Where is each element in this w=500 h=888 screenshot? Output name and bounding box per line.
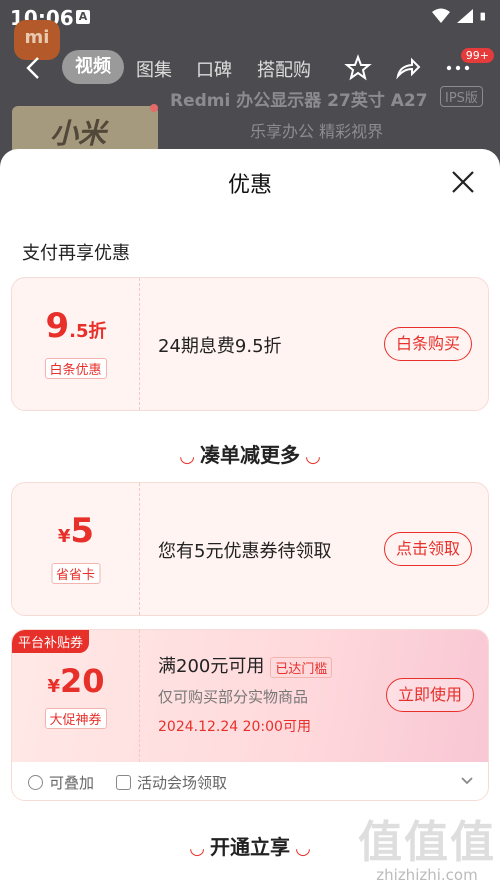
star-icon[interactable]	[344, 54, 372, 82]
tab-bundle[interactable]: 搭配购	[257, 56, 311, 82]
coupon-tag: 大促神券	[44, 708, 107, 729]
coupon-currency: ¥	[47, 676, 60, 697]
message-badge: 99+	[460, 48, 494, 63]
source-label: 活动会场领取	[137, 774, 228, 792]
coupon-title-row: 满200元可用 已达门槛	[158, 652, 333, 678]
product-variant-badge: IPS版	[440, 86, 483, 107]
coupon-tag: 省省卡	[50, 563, 101, 584]
coupon-amount-main: 20	[60, 662, 105, 700]
stack-icon	[28, 775, 43, 790]
platform-coupon-body: 平台补贴券 ¥20 大促神券 满200元可用 已达门槛 仅可购买部分实物商品 20…	[12, 630, 488, 762]
sheet-title: 优惠	[227, 173, 272, 198]
status-icons	[432, 8, 490, 24]
section-title-pay: 支付再享优惠	[22, 243, 130, 264]
smile-icon: ◡	[180, 446, 194, 467]
coupon-description: 您有5元优惠券待领取	[158, 541, 332, 562]
stackable-label: 可叠加	[49, 774, 95, 792]
status-bar: 10:06 A	[0, 0, 500, 36]
tab-gallery[interactable]: 图集	[136, 56, 172, 82]
coupon-amount-area: 9.5折 白条优惠	[12, 278, 140, 410]
smile-icon: ◡	[190, 838, 204, 859]
tab-reviews[interactable]: 口碑	[196, 56, 232, 82]
section-divider-more: ◡ 凑单减更多 ◡	[0, 439, 500, 468]
thumbnail-dot	[150, 104, 158, 112]
watermark: 值值值 zhizhizhi.com	[358, 817, 496, 885]
notification-icon: A	[76, 10, 90, 24]
coupon-amount-main: 9	[45, 306, 70, 346]
coupon-tag: 白条优惠	[44, 358, 107, 379]
threshold-badge: 已达门槛	[270, 656, 333, 678]
coupon-amount: ¥5	[12, 511, 140, 551]
close-icon[interactable]	[450, 169, 476, 195]
source-icon	[116, 775, 131, 790]
coupon-amount-main: 5	[70, 511, 95, 551]
stackable-info: 可叠加	[28, 772, 94, 793]
platform-coupon-footer: 可叠加 活动会场领取	[12, 762, 488, 800]
source-info: 活动会场领取	[116, 772, 227, 793]
coupon-expiry: 2024.12.24 20:00可用	[158, 719, 311, 735]
coupon-amount-area: ¥5 省省卡	[12, 483, 140, 615]
coupon-title: 满200元可用	[158, 656, 265, 677]
coupon-amount: ¥20	[12, 662, 140, 700]
product-title: Redmi 办公显示器 27英寸 A27	[170, 91, 428, 111]
claim-coupon-button[interactable]: 点击领取	[383, 532, 472, 566]
coupon-card-baitiao: 9.5折 白条优惠 24期息费9.5折 白条购买	[11, 277, 489, 411]
smile-icon: ◡	[296, 838, 310, 859]
discount-sheet: 优惠 支付再享优惠 9.5折 白条优惠 24期息费9.5折 白条购买 ◡ 凑单减更…	[0, 149, 500, 888]
coupon-card-saving: ¥5 省省卡 您有5元优惠券待领取 点击领取	[11, 482, 489, 616]
signal-icon	[457, 9, 473, 23]
battery-icon	[480, 12, 485, 21]
share-icon[interactable]	[394, 54, 422, 82]
coupon-amount: 9.5折	[12, 306, 140, 346]
back-arrow-icon[interactable]	[20, 54, 48, 82]
watermark-url: zhizhizhi.com	[376, 866, 478, 884]
coupon-amount-area: ¥20 大促神券	[12, 630, 140, 762]
tab-video[interactable]: 视频	[62, 50, 124, 84]
use-now-button[interactable]: 立即使用	[385, 678, 474, 712]
coupon-card-platform: 平台补贴券 ¥20 大促神券 满200元可用 已达门槛 仅可购买部分实物商品 20…	[11, 629, 489, 801]
watermark-logo: 值值值	[358, 817, 496, 868]
coupon-amount-sub: .5折	[69, 321, 107, 342]
baitiao-buy-button[interactable]: 白条购买	[383, 327, 472, 361]
chevron-down-icon[interactable]	[460, 776, 474, 786]
coupon-currency: ¥	[57, 526, 71, 547]
divider-more-label: 凑单减更多	[200, 443, 300, 467]
top-navigation: 视频 图集 口碑 搭配购 99+	[0, 46, 500, 90]
coupon-description: 24期息费9.5折	[158, 336, 282, 357]
wifi-icon	[432, 8, 450, 23]
product-slogan: 乐享办公 精彩视界	[250, 122, 384, 141]
coupon-restriction: 仅可购买部分实物商品	[158, 688, 309, 706]
divider-open-label: 开通立享	[210, 835, 290, 859]
smile-icon: ◡	[306, 446, 320, 467]
